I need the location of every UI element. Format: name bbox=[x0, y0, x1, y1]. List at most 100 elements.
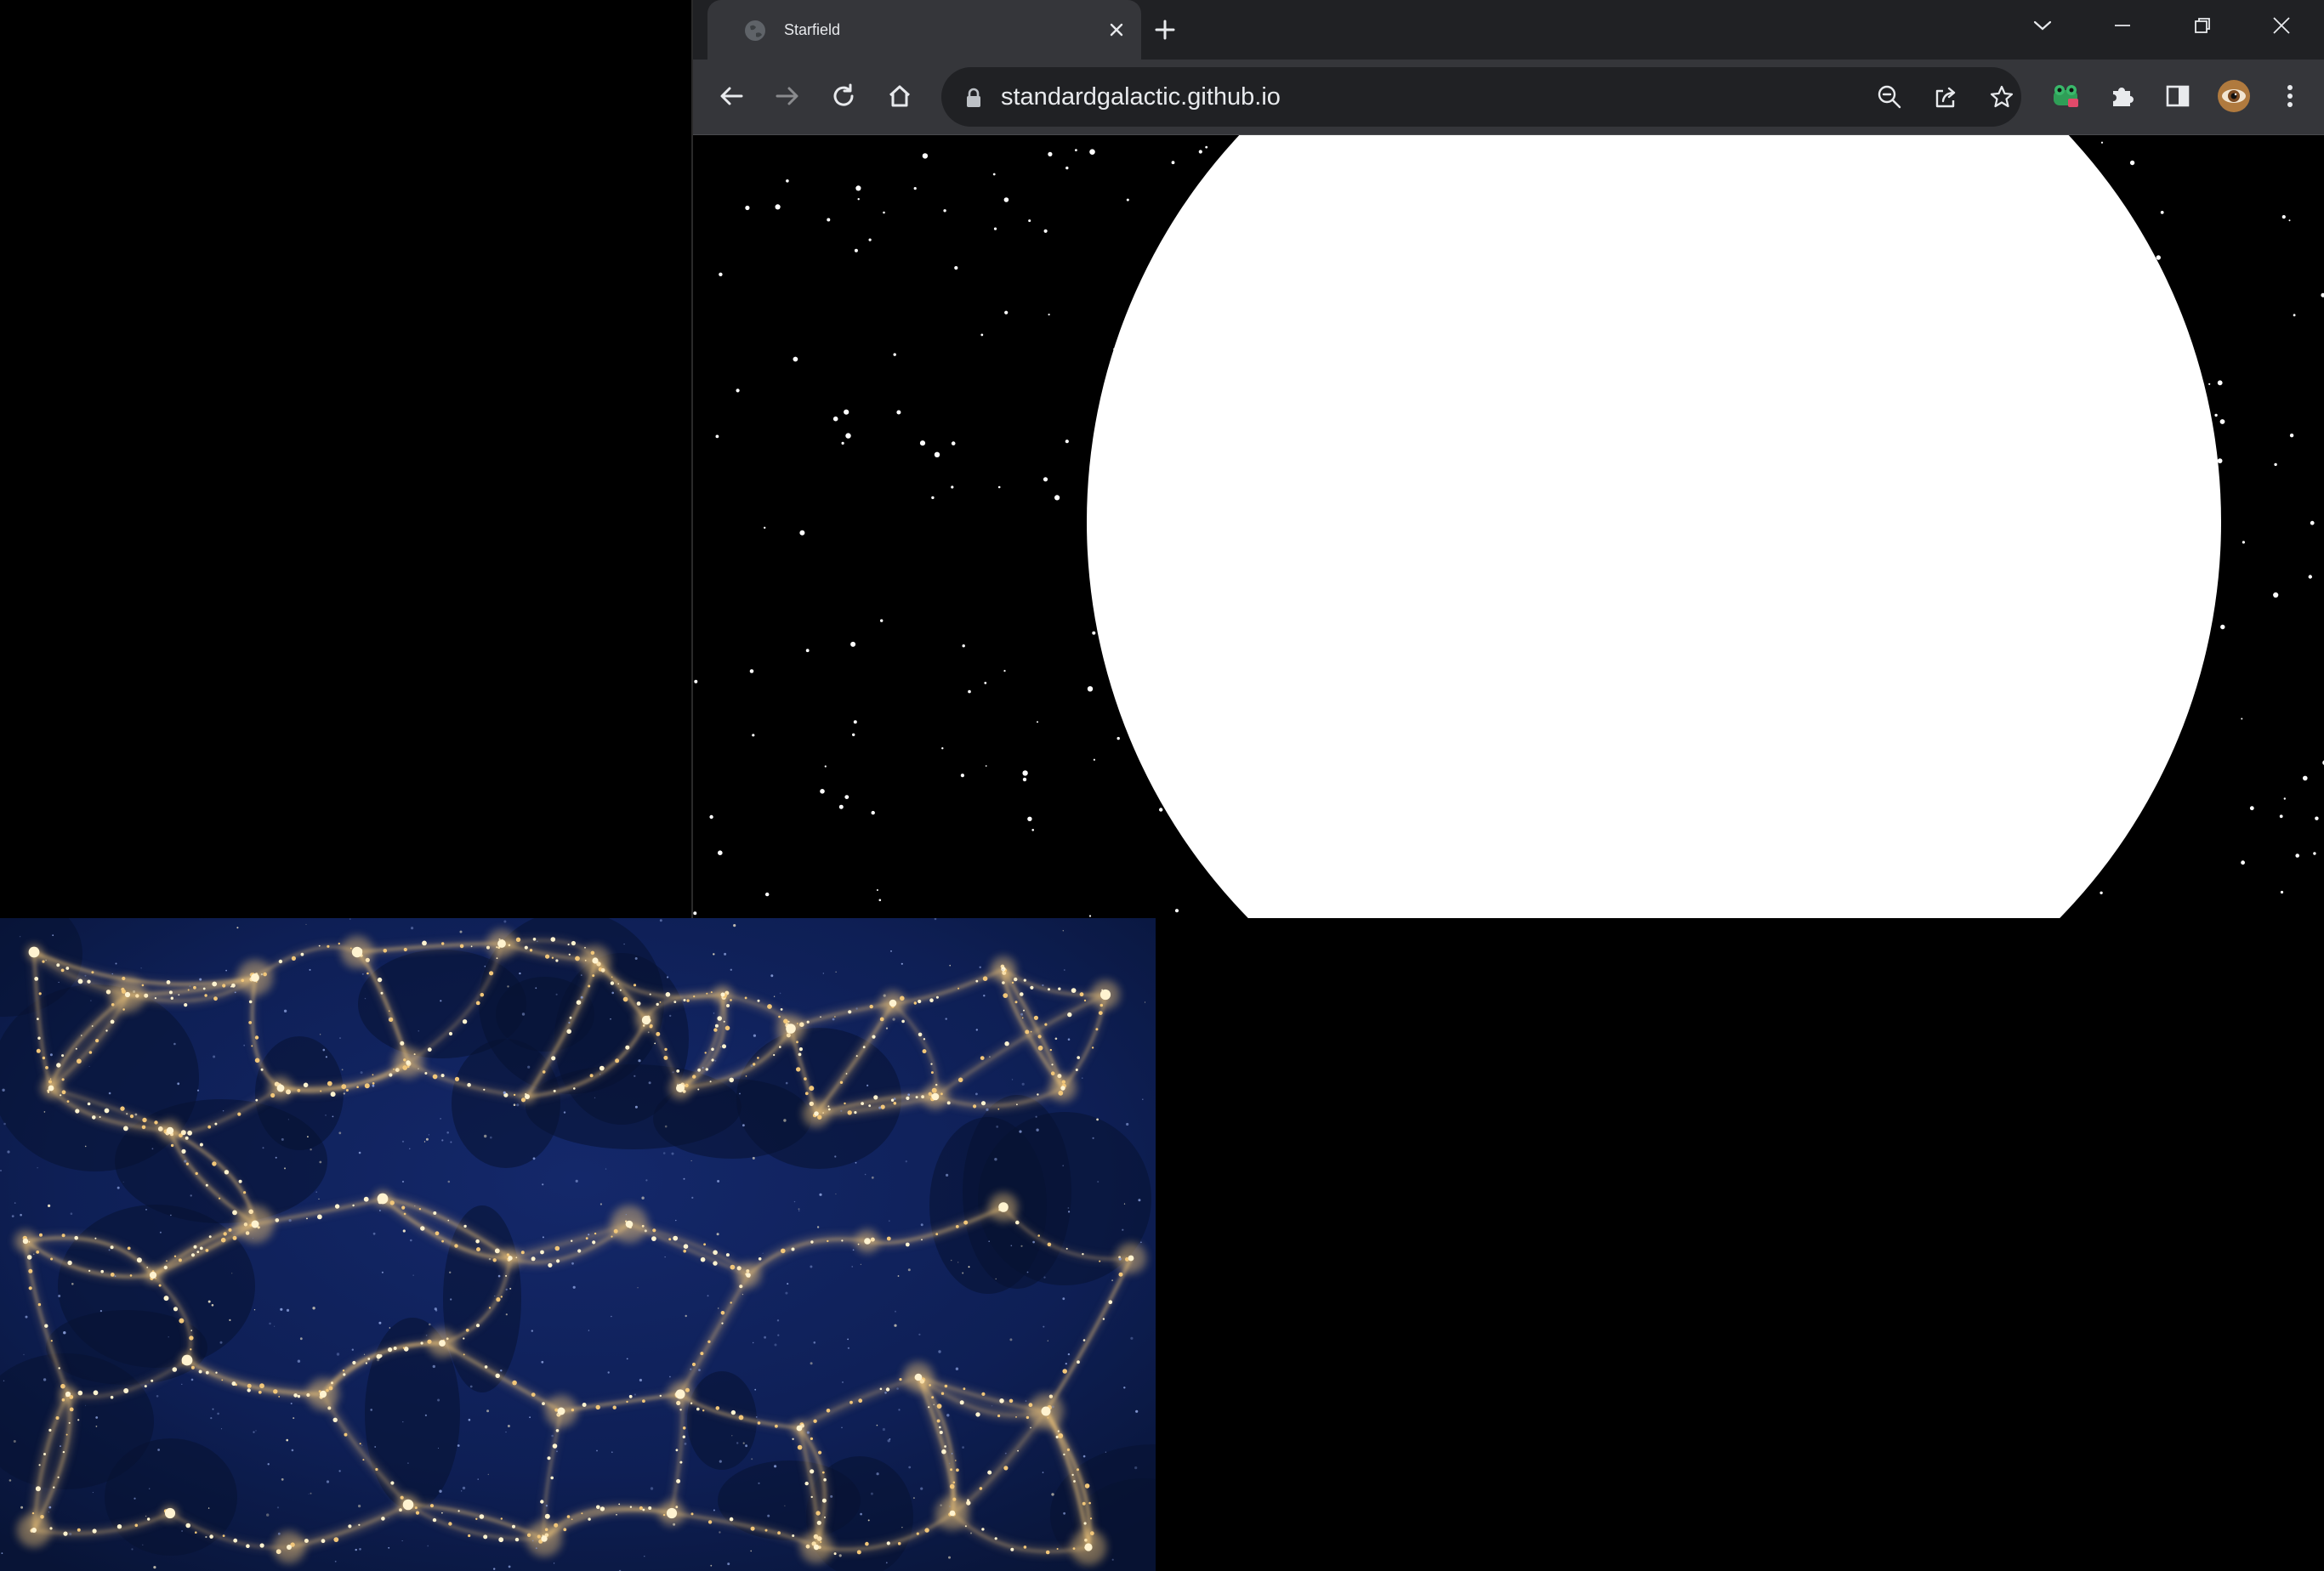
tab-search-chevron-icon[interactable] bbox=[2021, 9, 2064, 43]
star bbox=[878, 899, 882, 902]
star bbox=[2129, 160, 2135, 166]
new-tab-icon[interactable] bbox=[1149, 14, 1181, 46]
cosmic-web-image bbox=[0, 918, 1156, 1571]
star bbox=[854, 248, 858, 252]
star bbox=[709, 814, 713, 820]
close-window-icon[interactable] bbox=[2260, 9, 2303, 43]
star bbox=[954, 266, 958, 270]
star bbox=[893, 353, 896, 356]
star bbox=[1159, 808, 1163, 812]
star bbox=[896, 410, 901, 415]
star bbox=[943, 209, 946, 213]
star bbox=[1093, 758, 1095, 761]
star bbox=[844, 409, 849, 415]
star bbox=[941, 747, 944, 750]
star bbox=[2279, 814, 2283, 819]
star bbox=[845, 433, 851, 439]
star bbox=[1126, 198, 1129, 201]
reload-icon[interactable] bbox=[824, 77, 863, 116]
star bbox=[832, 416, 838, 422]
star bbox=[2220, 624, 2225, 630]
star bbox=[2273, 592, 2279, 598]
lock-icon[interactable] bbox=[965, 88, 982, 108]
star bbox=[1048, 313, 1050, 316]
share-icon[interactable] bbox=[1926, 77, 1965, 116]
side-panel-icon[interactable] bbox=[2158, 77, 2197, 116]
star bbox=[1028, 219, 1031, 223]
star bbox=[2308, 575, 2312, 579]
close-tab-icon[interactable] bbox=[1104, 17, 1129, 43]
profile-avatar-icon[interactable] bbox=[2214, 77, 2253, 116]
forward-arrow-icon[interactable] bbox=[768, 77, 807, 116]
star bbox=[1048, 151, 1053, 156]
zoom-out-icon[interactable] bbox=[1870, 77, 1909, 116]
star bbox=[2214, 413, 2218, 417]
star bbox=[960, 774, 964, 778]
white-sphere bbox=[1087, 135, 2221, 918]
star bbox=[2313, 852, 2316, 855]
star bbox=[1003, 197, 1009, 202]
star bbox=[1205, 145, 1208, 149]
star bbox=[719, 272, 723, 276]
star bbox=[853, 720, 857, 724]
browser-toolbar: standardgalactic.github.io bbox=[693, 60, 2324, 135]
star bbox=[951, 441, 956, 445]
star bbox=[1022, 770, 1028, 776]
star bbox=[2310, 520, 2315, 525]
star bbox=[984, 682, 987, 684]
bookmark-star-icon[interactable] bbox=[1982, 77, 2021, 116]
star bbox=[1174, 909, 1179, 913]
star bbox=[2295, 854, 2299, 858]
star bbox=[962, 644, 965, 648]
star bbox=[2303, 775, 2308, 781]
star bbox=[786, 179, 789, 183]
star bbox=[850, 641, 856, 647]
star bbox=[1003, 670, 1006, 672]
minimize-icon[interactable] bbox=[2101, 9, 2144, 43]
star bbox=[951, 485, 954, 489]
star bbox=[2219, 419, 2225, 424]
title-bar: Starfield bbox=[693, 0, 2324, 60]
star bbox=[997, 485, 1001, 489]
star bbox=[1065, 440, 1069, 444]
star bbox=[820, 789, 825, 794]
restore-icon[interactable] bbox=[2181, 9, 2224, 43]
star bbox=[844, 795, 849, 799]
url-text[interactable]: standardgalactic.github.io bbox=[1001, 82, 1281, 111]
star bbox=[1043, 477, 1048, 482]
star bbox=[1088, 915, 1092, 917]
menu-dots-icon[interactable] bbox=[2270, 77, 2310, 116]
back-arrow-icon[interactable] bbox=[712, 77, 751, 116]
star bbox=[2321, 292, 2324, 298]
star bbox=[993, 227, 997, 230]
star bbox=[715, 434, 719, 439]
star bbox=[919, 440, 926, 446]
star bbox=[1043, 229, 1048, 233]
star bbox=[1075, 149, 1077, 151]
starfield-canvas[interactable] bbox=[693, 135, 2324, 918]
star bbox=[2249, 806, 2254, 811]
star bbox=[2208, 383, 2211, 385]
tab-starfield[interactable]: Starfield bbox=[707, 0, 1141, 60]
puzzle-extensions-icon[interactable] bbox=[2102, 77, 2141, 116]
star bbox=[2160, 211, 2164, 214]
star bbox=[2289, 434, 2294, 438]
star bbox=[765, 892, 770, 897]
star bbox=[2241, 717, 2243, 720]
star bbox=[745, 205, 750, 211]
star bbox=[2274, 462, 2277, 467]
frog-extension-icon[interactable] bbox=[2046, 77, 2085, 116]
star bbox=[693, 911, 697, 916]
home-icon[interactable] bbox=[880, 77, 919, 116]
star bbox=[2315, 816, 2319, 820]
star bbox=[749, 669, 754, 673]
page-viewport bbox=[693, 135, 2324, 918]
address-bar[interactable]: standardgalactic.github.io bbox=[941, 67, 2021, 127]
star bbox=[968, 689, 971, 694]
star bbox=[857, 198, 860, 201]
star bbox=[799, 530, 805, 536]
star bbox=[1022, 777, 1027, 782]
star bbox=[2280, 890, 2284, 894]
star bbox=[880, 619, 884, 622]
star bbox=[992, 173, 996, 176]
